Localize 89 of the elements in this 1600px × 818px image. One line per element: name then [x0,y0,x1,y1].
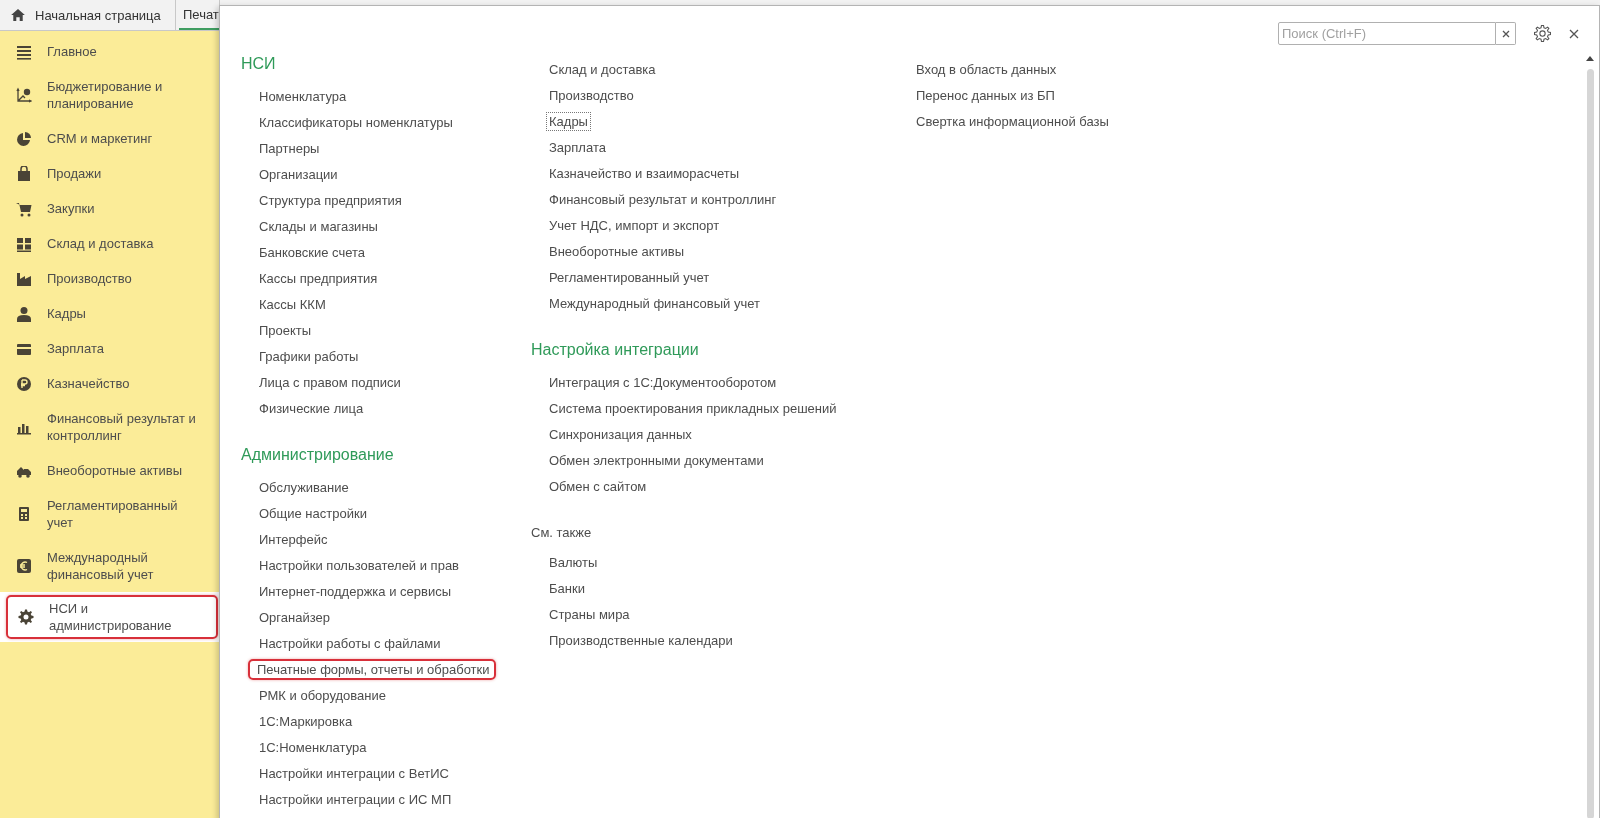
menu-link[interactable]: Классификаторы номенклатуры [256,112,456,132]
chart-icon [16,87,32,103]
menu-link[interactable]: Физические лица [256,398,367,418]
menu-link[interactable]: Финансовый результат и контроллинг [546,189,780,209]
sidebar-item[interactable]: Производство [0,261,206,296]
menu-link[interactable]: Перенос данных из БП [913,85,1058,105]
menu-link[interactable]: Партнеры [256,138,323,158]
menu-link[interactable]: Настройки интеграции с ИС МП [256,789,455,809]
section-heading: Настройка интеграции [531,340,700,360]
cart-icon [16,200,32,217]
menu-link[interactable]: Структура предприятия [256,190,405,210]
sidebar-item[interactable]: CRM и маркетинг [0,121,206,156]
menu-link[interactable]: 1С:Номенклатура [256,737,370,757]
section-heading: См. также [531,524,593,542]
menu-link[interactable]: Кассы предприятия [256,268,381,288]
scrollbar[interactable] [1585,56,1595,818]
menu-link[interactable]: Банки [546,578,588,598]
menu-link[interactable]: Зарплата [546,137,609,157]
menu-link[interactable]: Синхронизация данных [546,424,695,444]
menu-link[interactable]: Настройки пользователей и прав [256,555,463,575]
menu-link[interactable]: Графики работы [256,346,362,366]
sidebar-item[interactable]: Закупки [0,191,206,226]
menu-link[interactable]: Вход в область данных [913,59,1060,79]
sidebar-item[interactable]: Бюджетирование и планирование [0,69,206,121]
sidebar-item[interactable]: Зарплата [0,331,206,366]
settings-icon[interactable] [1534,25,1551,42]
menu-link[interactable]: Система проектирования прикладных решений [546,398,840,418]
sidebar-item[interactable]: Кадры [0,296,206,331]
menu-link[interactable]: Настройки работы с файлами [256,633,444,653]
sidebar-item[interactable]: Продажи [0,156,206,191]
menu-link[interactable]: Кадры [546,111,591,131]
search-field[interactable]: Поиск (Ctrl+F) [1278,22,1496,45]
sidebar-item[interactable]: Регламентированный учет [0,488,206,540]
menu-link[interactable]: Обмен электронными документами [546,450,767,470]
menu-link[interactable]: Склады и магазины [256,216,381,236]
grid-icon [16,235,32,252]
menu-link[interactable]: РМК и оборудование [256,685,389,705]
menu-link[interactable]: Проекты [256,320,315,340]
menu-link[interactable]: 1С:Маркировка [256,711,356,731]
coin-icon [16,375,32,392]
menu-link[interactable]: Интерфейс [256,529,331,549]
close-icon[interactable] [1569,28,1579,39]
section-heading: Администрирование [241,445,395,465]
menu-link[interactable]: Интеграция с 1С:Документооборотом [546,372,780,392]
menu-link[interactable]: Казначейство и взаиморасчеты [546,163,742,183]
menu-link[interactable]: Лица с правом подписи [256,372,404,392]
menu-link[interactable]: Органайзер [256,607,333,627]
currency-icon [16,558,32,574]
sidebar-item[interactable]: Внеоборотные активы [0,453,206,488]
menu-link[interactable]: Настройки интеграции с ВетИС [256,763,452,783]
sidebar-item[interactable]: Главное [0,34,206,69]
sidebar-item[interactable]: Международный финансовый учет [0,540,206,592]
menu-link[interactable]: Организации [256,164,341,184]
tab[interactable]: Печат [179,0,220,30]
sidebar-item[interactable]: Казначейство [0,366,206,401]
menu-link[interactable]: Внеоборотные активы [546,241,687,261]
menu-link[interactable]: Склад и доставка [546,59,659,79]
menu-link[interactable]: Производственные календари [546,630,736,650]
menu-link[interactable]: Кассы ККМ [256,294,329,314]
menu-link[interactable]: Регламентированный учет [546,267,713,287]
menu-link[interactable]: Международный финансовый учет [546,293,763,313]
menu-link[interactable]: Общие настройки [256,503,370,523]
list-icon [16,43,32,60]
menu-link[interactable]: Учет НДС, импорт и экспорт [546,215,723,235]
sidebar-item[interactable]: Финансовый результат и контроллинг [0,401,206,453]
person-icon [16,305,32,322]
menu-link[interactable]: Свертка информационной базы [913,111,1112,131]
calculator-icon [16,506,32,522]
menu-link[interactable]: Интернет-поддержка и сервисы [256,581,455,601]
scroll-thumb[interactable] [1586,69,1594,818]
menu-link[interactable]: Производство [546,85,637,105]
scroll-up-icon[interactable] [1586,56,1594,61]
menu-link[interactable]: Страны мира [546,604,633,624]
home-icon [11,9,25,21]
sidebar-item[interactable]: Склад и доставка [0,226,206,261]
menu-link[interactable]: Обмен с сайтом [546,476,650,496]
gear-icon [18,609,34,625]
section-heading: НСИ [241,54,277,74]
pie-chart-icon [16,130,32,147]
close-icon [1501,29,1510,38]
menu-link[interactable]: Валюты [546,552,601,572]
factory-icon [16,270,32,287]
menu-link[interactable]: Банковские счета [256,242,369,262]
menu-link[interactable]: Обслуживание [256,477,352,497]
clear-button[interactable] [1496,22,1516,45]
menu-link[interactable]: Номенклатура [256,86,350,106]
bag-icon [16,165,32,182]
sidebar-item[interactable]: НСИ и администрирование [6,595,218,639]
menu-link[interactable]: Печатные формы, отчеты и обработки [248,658,496,680]
